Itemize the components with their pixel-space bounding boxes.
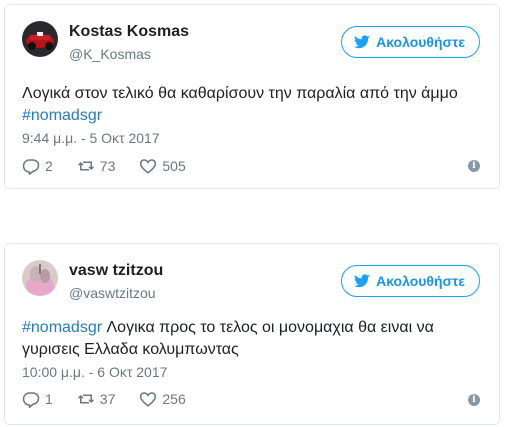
hashtag-link[interactable]: #nomadsgr [22,319,102,336]
timestamp[interactable]: 10:00 μ.μ. - 6 Οκτ 2017 [22,364,167,380]
like-icon [140,159,157,174]
tweet-card[interactable]: vasw tzitzou @vaswtzitzou Ακολουθήστε #n… [4,243,500,425]
avatar[interactable] [22,21,58,57]
retweet-count: 73 [99,158,116,174]
info-icon[interactable]: i [468,160,480,172]
like-button[interactable]: 256 [139,390,186,408]
reply-button[interactable]: 1 [22,390,53,408]
like-icon [140,392,157,407]
author-name[interactable]: Kostas Kosmas [69,23,189,41]
reply-icon [22,159,40,175]
tweet-text: #nomadsgr Λογικα προς το τελος οι μονομα… [22,317,483,361]
reply-count: 2 [45,158,53,174]
like-button[interactable]: 505 [139,157,186,175]
tweet-card[interactable]: Kostas Kosmas @K_Kosmas Ακολουθήστε Λογι… [4,4,500,189]
avatar[interactable] [22,260,58,296]
twitter-bird-icon [354,274,370,288]
retweet-button[interactable]: 73 [77,157,116,175]
tweet-actions: 2 73 505 [22,157,210,175]
info-icon[interactable]: i [468,394,480,406]
reply-count: 1 [45,391,53,407]
author-handle[interactable]: @K_Kosmas [69,46,151,62]
hashtag-link[interactable]: #nomadsgr [22,107,102,124]
tweet-text-line2: γυρισεις Ελλαδα κολυμπωντας [22,341,239,358]
follow-label: Ακολουθήστε [376,34,465,50]
follow-button[interactable]: Ακολουθήστε [341,26,480,58]
reply-icon [22,392,40,408]
twitter-bird-icon [354,35,370,49]
retweet-icon [77,394,94,404]
retweet-button[interactable]: 37 [77,390,116,408]
reply-button[interactable]: 2 [22,157,53,175]
tweet-text: Λογικά στον τελικό θα καθαρίσουν την παρ… [22,83,483,127]
like-count: 505 [162,158,186,174]
retweet-count: 37 [99,391,116,407]
author-handle[interactable]: @vaswtzitzou [69,285,156,301]
tweet-text-main: Λογικά στον τελικό θα καθαρίσουν την παρ… [22,85,458,102]
timestamp[interactable]: 9:44 μ.μ. - 5 Οκτ 2017 [22,130,160,146]
like-count: 256 [162,391,186,407]
tweet-text-line1: Λογικα προς το τελος οι μονομαχια θα ειν… [102,319,434,336]
tweet-actions: 1 37 256 [22,390,210,408]
retweet-icon [77,161,94,171]
author-name[interactable]: vasw tzitzou [69,262,163,280]
follow-label: Ακολουθήστε [376,273,465,289]
follow-button[interactable]: Ακολουθήστε [341,265,480,297]
